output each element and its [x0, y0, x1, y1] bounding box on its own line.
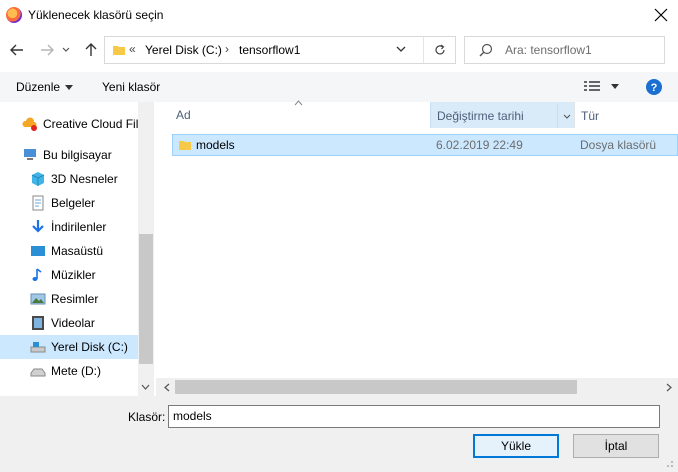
caret-down-icon	[611, 84, 620, 89]
sidebar-item-label: Müzikler	[51, 268, 96, 282]
sidebar-item-documents[interactable]: Belgeler	[0, 191, 138, 215]
view-options-button[interactable]	[584, 80, 620, 95]
sidebar-item-label: Belgeler	[51, 196, 96, 210]
sidebar-item-label: Mete (D:)	[51, 364, 102, 378]
music-icon	[32, 268, 42, 281]
scroll-down-icon[interactable]	[141, 384, 150, 390]
recent-locations-button[interactable]	[59, 39, 73, 61]
forward-button[interactable]	[36, 39, 58, 61]
column-header-label: Ad	[176, 108, 191, 122]
sidebar-item-label: Videolar	[51, 316, 95, 330]
column-header-name[interactable]: Ad	[172, 102, 430, 128]
breadcrumb-tensorflow1[interactable]: tensorflow1	[239, 43, 300, 57]
address-dropdown-button[interactable]	[395, 43, 407, 58]
horizontal-scrollbar-thumb[interactable]	[175, 380, 577, 394]
help-icon: ?	[646, 79, 662, 95]
sidebar-item-label: Yerel Disk (C:)	[51, 340, 128, 354]
videos-icon	[32, 316, 44, 330]
local-disk-icon	[30, 342, 46, 353]
resize-grip-icon[interactable]	[664, 458, 674, 468]
new-folder-button[interactable]: Yeni klasör	[102, 80, 160, 94]
column-header-date[interactable]: Değiştirme tarihi	[430, 102, 574, 128]
folder-name-field[interactable]: models	[168, 405, 660, 428]
creative-cloud-icon	[22, 117, 37, 131]
sidebar-item-3d-objects[interactable]: 3D Nesneler	[0, 167, 138, 191]
organize-label: Düzenle	[16, 80, 61, 94]
window-title: Yüklenecek klasörü seçin	[28, 8, 164, 22]
details-view-icon	[584, 81, 600, 91]
up-button[interactable]	[80, 39, 102, 61]
svg-text:?: ?	[651, 82, 658, 94]
sidebar-item-label: Bu bilgisayar	[43, 148, 112, 162]
sidebar-item-videos[interactable]: Videolar	[0, 311, 138, 335]
search-box[interactable]: Ara: tensorflow1	[464, 36, 665, 64]
chevron-down-icon	[563, 114, 570, 119]
pictures-icon	[30, 293, 46, 305]
3d-objects-icon	[31, 172, 45, 186]
file-name: models	[196, 138, 235, 152]
search-icon	[479, 43, 493, 57]
chevron-down-icon	[62, 47, 70, 52]
sidebar-item-label: 3D Nesneler	[51, 172, 118, 186]
arrow-left-icon	[10, 44, 23, 56]
sidebar-item-label: Resimler	[51, 292, 99, 306]
firefox-icon	[6, 7, 22, 23]
folder-icon	[113, 46, 125, 55]
sidebar-item-desktop[interactable]: Masaüstü	[0, 239, 138, 263]
scroll-right-icon[interactable]	[666, 383, 672, 392]
chevron-down-icon	[396, 46, 406, 52]
title-bar: Yüklenecek klasörü seçin	[0, 0, 678, 30]
cancel-button[interactable]: İptal	[573, 434, 659, 458]
sidebar-item-local-disk[interactable]: Yerel Disk (C:)	[0, 335, 138, 359]
sidebar-item-label: Creative Cloud Fil	[43, 117, 139, 131]
caret-down-icon	[65, 85, 74, 91]
breadcrumb-separator[interactable]: ›	[225, 42, 229, 56]
column-header-type[interactable]: Tür	[574, 102, 678, 128]
file-row[interactable]: models 6.02.2019 22:49 Dosya klasörü	[172, 134, 678, 156]
folder-icon	[179, 141, 191, 150]
sidebar-item-creative-cloud[interactable]: Creative Cloud Fil	[0, 112, 138, 136]
sidebar-item-label: Masaüstü	[51, 244, 104, 258]
column-header-label: Değiştirme tarihi	[437, 109, 524, 123]
sidebar-item-downloads[interactable]: İndirilenler	[0, 215, 138, 239]
help-button[interactable]: ?	[646, 79, 662, 98]
scroll-left-icon[interactable]	[164, 383, 170, 392]
sidebar-item-music[interactable]: Müzikler	[0, 263, 138, 287]
desktop-icon	[31, 246, 45, 256]
refresh-icon	[435, 44, 445, 55]
column-header-label: Tür	[581, 109, 599, 123]
sidebar-item-label: İndirilenler	[51, 220, 107, 234]
documents-icon	[32, 195, 44, 211]
close-button[interactable]	[644, 0, 678, 30]
search-input[interactable]: Ara: tensorflow1	[505, 43, 592, 57]
organize-menu[interactable]: Düzenle	[16, 80, 74, 94]
address-bar[interactable]: « Yerel Disk (C:) › tensorflow1	[104, 36, 456, 64]
arrow-up-icon	[85, 43, 97, 56]
breadcrumb-local-disk[interactable]: Yerel Disk (C:)	[145, 43, 222, 57]
navigation-pane: Creative Cloud Fil Bu bilgisayar 3D Nesn…	[0, 102, 154, 396]
downloads-icon	[32, 220, 44, 233]
sidebar-item-this-pc[interactable]: Bu bilgisayar	[0, 143, 138, 167]
folder-label: Klasör:	[128, 410, 166, 424]
sidebar-item-drive-d[interactable]: Mete (D:)	[0, 359, 138, 383]
drive-icon	[30, 368, 46, 377]
close-icon	[654, 8, 668, 22]
arrow-right-icon	[41, 44, 54, 56]
file-type: Dosya klasörü	[580, 138, 657, 152]
sidebar-scrollbar-thumb[interactable]	[139, 234, 153, 364]
refresh-button[interactable]	[423, 37, 456, 63]
breadcrumb-overflow[interactable]: «	[129, 42, 136, 56]
file-modified: 6.02.2019 22:49	[436, 138, 523, 152]
back-button[interactable]	[6, 39, 28, 61]
command-toolbar: Düzenle Yeni klasör ?	[0, 72, 678, 102]
sidebar-item-pictures[interactable]: Resimler	[0, 287, 138, 311]
column-filter-button[interactable]	[557, 104, 575, 128]
computer-icon	[24, 149, 36, 160]
upload-button[interactable]: Yükle	[473, 434, 559, 458]
